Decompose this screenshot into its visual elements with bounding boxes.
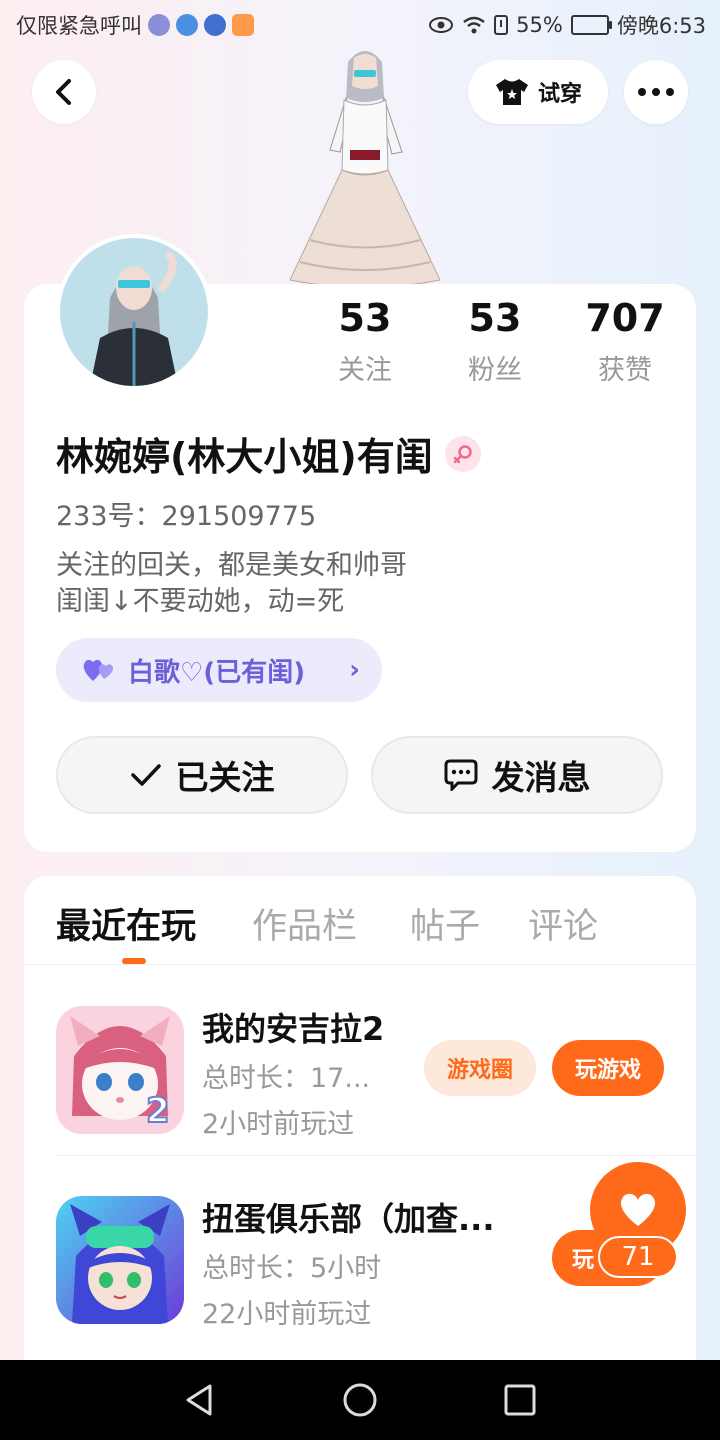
likes-label: 获赞: [598, 355, 652, 386]
fans-count: 53: [468, 296, 522, 340]
bio-line-2: 闺闺↓不要动她，动=死: [56, 586, 345, 617]
fans-stat[interactable]: 53 粉丝: [430, 296, 560, 387]
game-icon-angela: 2: [56, 1006, 184, 1134]
avatar[interactable]: [56, 234, 212, 390]
tab-comments[interactable]: 评论: [528, 898, 598, 949]
message-button[interactable]: 发消息: [371, 736, 663, 814]
tab-posts[interactable]: 帖子: [410, 898, 480, 949]
nav-home-icon[interactable]: [340, 1380, 380, 1420]
game-duration: 总时长：17...: [202, 1063, 371, 1094]
following-stat[interactable]: 53 关注: [300, 296, 430, 387]
nickname: 林婉婷(林大小姐)有闺: [56, 435, 433, 479]
bio: 关注的回关，都是美女和帅哥 闺闺↓不要动她，动=死: [56, 548, 407, 620]
heart-icon: [83, 659, 114, 681]
likes-stat[interactable]: 707 获赞: [560, 296, 690, 387]
likes-count: 707: [585, 296, 665, 340]
game-row[interactable]: 扭蛋俱乐部（加查... 总时长：5小时 22小时前玩过 玩: [24, 1156, 696, 1346]
bio-line-1: 关注的回关，都是美女和帅哥: [56, 550, 407, 581]
check-icon: [130, 764, 161, 786]
character-figure-image: [289, 51, 441, 288]
chevron-right-icon: ›: [349, 655, 360, 685]
relation-chip[interactable]: 白歌♡(已有闺) ›: [56, 638, 382, 702]
message-label: 发消息: [491, 758, 591, 797]
game-title: 我的安吉拉2: [202, 1010, 385, 1048]
like-count-badge: 71: [598, 1236, 678, 1278]
play-game-button[interactable]: 玩游戏: [552, 1040, 664, 1096]
game-row[interactable]: 2 我的安吉拉2 总时长：17... 2小时前玩过 游戏圈 玩游戏: [24, 966, 696, 1156]
nickname-row: 林婉婷(林大小姐)有闺: [56, 426, 481, 481]
game-duration: 总时长：5小时: [202, 1253, 382, 1284]
status-left: 仅限紧急呼叫: [16, 10, 254, 40]
wifi-icon: [463, 16, 485, 34]
tab-works[interactable]: 作品栏: [252, 898, 357, 949]
fans-label: 粉丝: [468, 355, 522, 386]
heart-icon: [620, 1193, 656, 1226]
game-last-played: 2小时前玩过: [202, 1109, 355, 1140]
clock: 傍晚6:53: [616, 14, 706, 38]
battery-percent: 55%: [516, 13, 563, 37]
status-right: 55% 傍晚6:53: [428, 10, 706, 40]
back-button[interactable]: [32, 60, 96, 124]
followed-button[interactable]: 已关注: [56, 736, 348, 814]
music-app-icon: [148, 14, 170, 36]
video-app-icon: [232, 14, 254, 36]
game-circle-button[interactable]: 游戏圈: [424, 1040, 536, 1096]
tab-divider: [24, 964, 696, 965]
sim-icon: [494, 15, 509, 35]
avatar-image: [60, 238, 208, 386]
avatar-figure[interactable]: [270, 40, 460, 288]
browser-app-icon: [176, 14, 198, 36]
tshirt-icon: [495, 79, 528, 105]
back-arrow-icon: [56, 79, 71, 105]
game-icon-gacha: [56, 1196, 184, 1324]
navigation-bar: [0, 1360, 720, 1440]
stats-row: 53 关注 53 粉丝 707 获赞: [300, 296, 690, 387]
followed-label: 已关注: [175, 758, 275, 797]
nav-back-icon[interactable]: [180, 1380, 220, 1420]
tab-recent-games[interactable]: 最近在玩: [56, 898, 196, 949]
game-last-played: 22小时前玩过: [202, 1299, 372, 1330]
female-icon: [444, 435, 481, 472]
following-count: 53: [338, 296, 392, 340]
user-id: 233号：291509775: [56, 501, 317, 532]
baidu-app-icon: [204, 14, 226, 36]
following-label: 关注: [338, 355, 392, 386]
carrier-text: 仅限紧急呼叫: [16, 14, 142, 38]
try-on-button[interactable]: 试穿: [468, 60, 608, 124]
message-icon: [444, 759, 477, 791]
eye-icon: [429, 17, 454, 33]
more-button[interactable]: [624, 60, 688, 124]
avatar-character-icon: [90, 252, 178, 386]
svg-text:2: 2: [146, 1091, 170, 1131]
game-title: 扭蛋俱乐部（加查...: [202, 1200, 495, 1238]
more-icon: [638, 88, 674, 96]
try-on-label: 试穿: [537, 82, 582, 107]
nav-recents-icon[interactable]: [500, 1380, 540, 1420]
battery-icon: [570, 15, 612, 35]
relation-label: 白歌♡(已有闺): [128, 657, 306, 688]
